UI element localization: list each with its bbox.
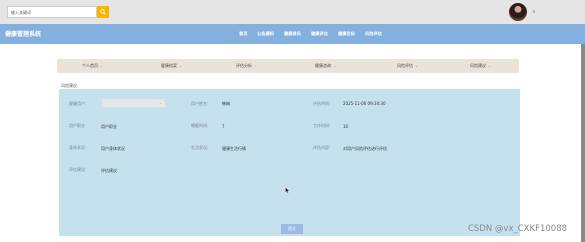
eval-content-label: 评估内容: [313, 145, 331, 150]
chevron-down-icon: ⌄ [488, 64, 491, 68]
nav-item-home[interactable]: 首页 [239, 31, 247, 37]
brand-title: 健康管理系统 [5, 31, 42, 38]
tab-health-record[interactable]: 健康档案 ⌄ [161, 63, 182, 69]
avatar[interactable] [509, 3, 527, 21]
nav-item-goal[interactable]: 健康目标 [338, 31, 355, 37]
risk-advice-form: 健康用户: ⌄ 用户姓名: 韩梅 评估时间: 2025-11-06 09:34:… [59, 89, 520, 236]
search-icon [100, 9, 106, 15]
search-button[interactable] [97, 6, 109, 18]
tab-label: 风险评估 [397, 63, 413, 68]
nav-item-notice[interactable]: 公告通知 [257, 31, 274, 37]
tab-label: 评估分析 [236, 63, 252, 68]
eval-time-label: 评估时间: [313, 101, 331, 106]
search-input[interactable] [11, 9, 96, 15]
user-account-label: 健康用户: [69, 101, 87, 106]
tab-label: 健康档案 [161, 63, 177, 68]
chevron-down-icon: ⌄ [179, 64, 182, 68]
sleep-time-value: 7 [222, 124, 225, 129]
watermark: CSDN @vx_CXKF10088 [468, 224, 568, 234]
tab-risk-advice[interactable]: 风险建议 ⌄ [470, 63, 491, 69]
user-name-value: 韩梅 [222, 101, 230, 106]
tab-label: 健康咨询 [315, 63, 331, 68]
chevron-down-icon: ⌄ [254, 64, 257, 68]
eval-advice-label: 评估建议: [69, 167, 87, 172]
body-status-value: 用户身体状况 [101, 146, 125, 151]
user-occupation-value: 用户职业 [101, 124, 117, 129]
tab-risk-assessment[interactable]: 风险评估 ⌄ [397, 63, 418, 69]
lifestyle-label: 生活状况: [191, 145, 209, 150]
sleep-time-label: 睡眠时间: [191, 123, 209, 128]
user-account-select[interactable]: ⌄ [101, 98, 166, 108]
eval-content-value: 对用户风险评估进行评估 [343, 146, 387, 151]
tab-bar: 个人首页 ⌄ 健康档案 ⌄ 评估分析 ⌄ 健康咨询 ⌄ 风险评估 ⌄ 风险建议 ⌄ [57, 59, 519, 73]
tab-label: 风险建议 [470, 63, 486, 68]
search-box [7, 6, 97, 18]
mouse-cursor-icon [285, 187, 290, 194]
tab-analysis[interactable]: 评估分析 ⌄ [236, 63, 257, 69]
tab-consult[interactable]: 健康咨询 ⌄ [315, 63, 336, 69]
chevron-down-icon: ⌄ [100, 64, 103, 68]
body-status-label: 身体状况: [69, 145, 87, 150]
nav-item-assessment[interactable]: 健康评估 [311, 31, 328, 37]
nav-item-risk[interactable]: 风险评估 [365, 31, 382, 37]
top-bar: ∨ [0, 0, 585, 24]
main-content: 个人首页 ⌄ 健康档案 ⌄ 评估分析 ⌄ 健康咨询 ⌄ 风险评估 ⌄ 风险建议 ⌄ 风险建议… [0, 44, 585, 242]
work-time-label: 工作时间: [313, 123, 331, 128]
work-time-value: 10 [343, 124, 349, 129]
user-occupation-label: 用户职业: [69, 123, 87, 128]
chevron-down-icon: ⌄ [333, 64, 336, 68]
submit-button[interactable]: 提交 [281, 224, 303, 234]
tab-profile[interactable]: 个人首页 ⌄ [82, 63, 103, 69]
tab-label: 个人首页 [82, 63, 98, 68]
eval-time-value: 2025-11-06 09:34:30 [343, 101, 386, 106]
scrollbar[interactable] [581, 44, 585, 242]
chevron-down-icon: ⌄ [159, 101, 162, 105]
chevron-down-icon: ⌄ [415, 64, 418, 68]
nav-item-news[interactable]: 健康资讯 [284, 31, 301, 37]
chevron-down-icon[interactable]: ∨ [532, 9, 536, 15]
eval-advice-value: 评估建议 [101, 168, 117, 173]
user-name-label: 用户姓名: [191, 101, 209, 106]
lifestyle-value: 健康生活行情 [222, 146, 246, 151]
nav-bar: 健康管理系统 首页 公告通知 健康资讯 健康评估 健康目标 风险评估 [0, 24, 585, 44]
